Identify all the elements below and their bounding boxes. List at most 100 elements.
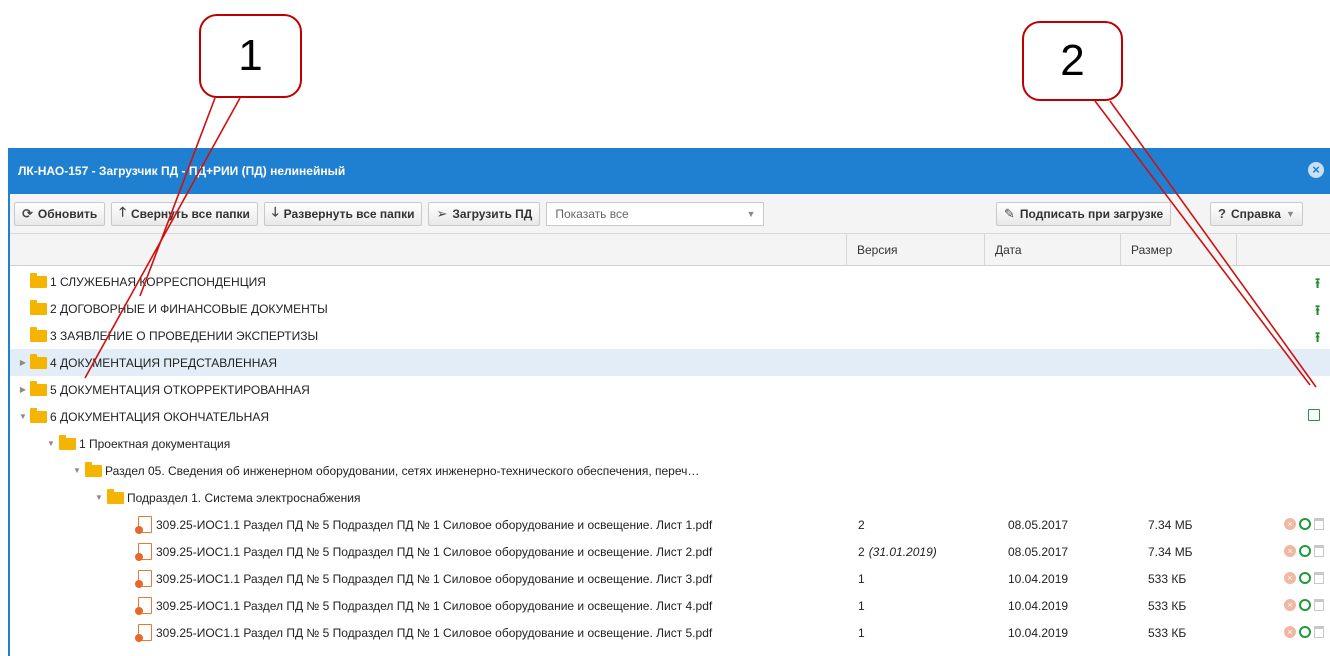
folder-icon <box>30 380 47 396</box>
pdf-file-icon <box>135 543 152 561</box>
cancel-icon[interactable]: × <box>1284 518 1296 530</box>
expand-arrow-icon[interactable]: ▶ <box>18 385 28 394</box>
file-name[interactable]: 309.25-ИОС1.1 Раздел ПД № 5 Подраздел ПД… <box>156 626 712 640</box>
cancel-icon[interactable]: × <box>1284 599 1296 611</box>
upload-icon[interactable]: ⭱ <box>1315 300 1320 324</box>
collapse-all-button[interactable]: 🡑 Свернуть все папки <box>111 201 258 226</box>
callout-2: 2 <box>1022 21 1123 101</box>
upload-pd-button[interactable]: ➢ Загрузить ПД <box>428 201 541 226</box>
file-version: 1 <box>858 571 865 586</box>
filter-select[interactable]: Показать все ▼ <box>546 201 765 226</box>
check-clock-icon[interactable] <box>1299 599 1311 611</box>
file-size: 533 КБ <box>1148 598 1187 613</box>
file-name[interactable]: 309.25-ИОС1.1 Раздел ПД № 5 Подраздел ПД… <box>156 518 712 532</box>
pdf-file-icon <box>135 570 152 588</box>
column-size[interactable]: Размер <box>1120 234 1236 266</box>
folder-icon <box>85 461 102 477</box>
file-date: 08.05.2017 <box>1008 517 1069 532</box>
chevron-down-icon: ▼ <box>1285 208 1295 219</box>
file-date: 08.05.2017 <box>1008 544 1069 559</box>
tree-folder[interactable]: 3 ЗАЯВЛЕНИЕ О ПРОВЕДЕНИИ ЭКСПЕРТИЗЫ ⭱ <box>10 322 1330 349</box>
file-row[interactable]: 309.25-ИОС1.1 Раздел ПД № 5 Подраздел ПД… <box>10 619 1330 646</box>
trash-icon[interactable] <box>1314 626 1324 638</box>
check-clock-icon[interactable] <box>1299 626 1311 638</box>
collapse-arrow-icon[interactable]: ▼ <box>46 439 56 448</box>
callout-1: 1 <box>199 14 302 98</box>
tree-folder[interactable]: 2 ДОГОВОРНЫЕ И ФИНАНСОВЫЕ ДОКУМЕНТЫ ⭱ <box>10 295 1330 322</box>
check-clock-icon[interactable] <box>1299 572 1311 584</box>
close-icon[interactable]: × <box>1308 162 1324 178</box>
file-row[interactable]: 309.25-ИОС1.1 Раздел ПД № 5 Подраздел ПД… <box>10 565 1330 592</box>
file-version: 2 <box>858 544 865 559</box>
refresh-button[interactable]: ⟳ Обновить <box>14 201 106 226</box>
upload-icon[interactable]: ⭱ <box>1315 273 1320 297</box>
file-name[interactable]: 309.25-ИОС1.1 Раздел ПД № 5 Подраздел ПД… <box>156 545 712 559</box>
cancel-icon[interactable]: × <box>1284 545 1296 557</box>
tree-subfolder[interactable]: ▼ Раздел 05. Сведения об инженерном обор… <box>10 457 1330 484</box>
arrow-up-icon: 🡑 <box>119 203 127 219</box>
tree-subfolder[interactable]: ▼ 1 Проектная документация <box>10 430 1330 457</box>
table-header: Версия Дата Размер <box>10 234 1330 266</box>
folder-icon <box>30 353 47 369</box>
save-icon[interactable] <box>1308 409 1320 421</box>
file-name[interactable]: 309.25-ИОС1.1 Раздел ПД № 5 Подраздел ПД… <box>156 572 712 586</box>
folder-icon <box>107 488 124 504</box>
file-version-note: (31.01.2019) <box>868 544 937 559</box>
send-icon: ➢ <box>436 205 448 221</box>
file-date: 10.04.2019 <box>1008 598 1069 613</box>
tree-folder[interactable]: ▼ 6 ДОКУМЕНТАЦИЯ ОКОНЧАТЕЛЬНАЯ <box>10 403 1330 430</box>
trash-icon[interactable] <box>1314 518 1324 530</box>
help-button[interactable]: ? Справка ▼ <box>1210 201 1303 226</box>
cancel-icon[interactable]: × <box>1284 626 1296 638</box>
folder-icon <box>30 326 47 342</box>
sign-on-upload-button[interactable]: ✎ Подписать при загрузке <box>996 201 1172 226</box>
arrow-down-icon: 🡓 <box>271 203 279 219</box>
column-date[interactable]: Дата <box>984 234 1120 266</box>
file-date: 10.04.2019 <box>1008 625 1069 640</box>
refresh-icon: ⟳ <box>22 205 33 221</box>
trash-icon[interactable] <box>1314 572 1324 584</box>
folder-icon <box>30 299 47 315</box>
pdf-file-icon <box>135 624 152 642</box>
pdf-file-icon <box>135 516 152 534</box>
expand-arrow-icon[interactable]: ▶ <box>18 358 28 367</box>
collapse-arrow-icon[interactable]: ▼ <box>94 493 104 502</box>
collapse-arrow-icon[interactable]: ▼ <box>72 466 82 475</box>
check-clock-icon[interactable] <box>1299 518 1311 530</box>
file-date: 10.04.2019 <box>1008 571 1069 586</box>
file-size: 533 КБ <box>1148 625 1187 640</box>
file-name[interactable]: 309.25-ИОС1.1 Раздел ПД № 5 Подраздел ПД… <box>156 599 712 613</box>
tree-folder[interactable]: 1 СЛУЖЕБНАЯ КОРРЕСПОНДЕНЦИЯ ⭱ <box>10 268 1330 295</box>
pdf-file-icon <box>135 597 152 615</box>
window-titlebar: ЛК-НАО-157 - Загрузчик ПД - ПД+РИИ (ПД) … <box>10 148 1330 194</box>
trash-icon[interactable] <box>1314 599 1324 611</box>
folder-icon <box>30 272 47 288</box>
cancel-icon[interactable]: × <box>1284 572 1296 584</box>
pencil-icon: ✎ <box>1004 205 1015 221</box>
upload-icon[interactable]: ⭱ <box>1315 327 1320 351</box>
trash-icon[interactable] <box>1314 545 1324 557</box>
file-version: 2 <box>858 517 865 532</box>
document-tree: 1 СЛУЖЕБНАЯ КОРРЕСПОНДЕНЦИЯ ⭱ 2 ДОГОВОРН… <box>10 266 1330 646</box>
column-version[interactable]: Версия <box>846 234 984 266</box>
tree-subfolder[interactable]: ▼ Подраздел 1. Система электроснабжения <box>10 484 1330 511</box>
file-version: 1 <box>858 598 865 613</box>
expand-all-button[interactable]: 🡓 Развернуть все папки <box>263 201 423 226</box>
file-row[interactable]: 309.25-ИОС1.1 Раздел ПД № 5 Подраздел ПД… <box>10 538 1330 565</box>
folder-icon <box>59 434 76 450</box>
file-size: 533 КБ <box>1148 571 1187 586</box>
tree-folder[interactable]: ▶ 4 ДОКУМЕНТАЦИЯ ПРЕДСТАВЛЕННАЯ <box>10 349 1330 376</box>
file-row[interactable]: 309.25-ИОС1.1 Раздел ПД № 5 Подраздел ПД… <box>10 592 1330 619</box>
file-size: 7.34 МБ <box>1148 544 1193 559</box>
file-size: 7.34 МБ <box>1148 517 1193 532</box>
folder-icon <box>30 407 47 423</box>
check-clock-icon[interactable] <box>1299 545 1311 557</box>
help-icon: ? <box>1218 206 1226 221</box>
toolbar: ⟳ Обновить 🡑 Свернуть все папки 🡓 Развер… <box>10 194 1330 234</box>
file-row[interactable]: 309.25-ИОС1.1 Раздел ПД № 5 Подраздел ПД… <box>10 511 1330 538</box>
tree-folder[interactable]: ▶ 5 ДОКУМЕНТАЦИЯ ОТКОРРЕКТИРОВАННАЯ <box>10 376 1330 403</box>
loader-window: ЛК-НАО-157 - Загрузчик ПД - ПД+РИИ (ПД) … <box>8 148 1330 656</box>
chevron-down-icon: ▼ <box>746 208 756 219</box>
collapse-arrow-icon[interactable]: ▼ <box>18 412 28 421</box>
column-actions <box>1236 234 1330 266</box>
